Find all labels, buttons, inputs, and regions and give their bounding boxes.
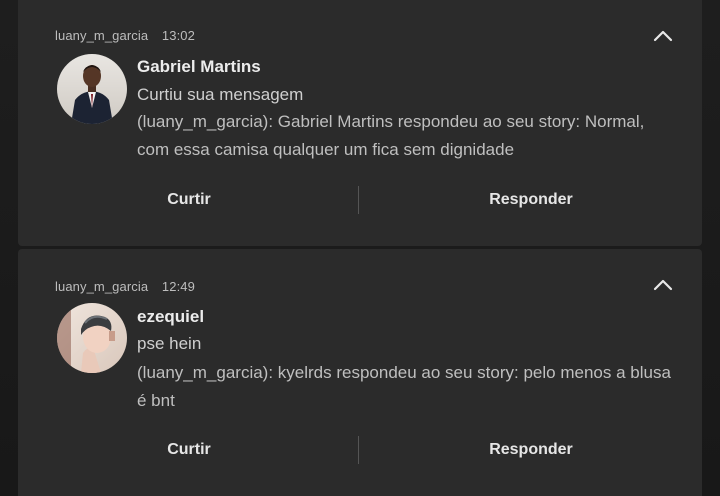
notification-actions: Curtir Responder	[18, 180, 702, 220]
avatar-person-profile-icon	[57, 303, 127, 373]
chevron-up-icon[interactable]	[652, 28, 674, 44]
avatar-person-suit-icon	[57, 54, 127, 124]
notification-subtitle: Curtiu sua mensagem	[137, 85, 304, 104]
notification-body: (luany_m_garcia): kyelrds respondeu ao s…	[137, 363, 671, 410]
notification-title: Gabriel Martins	[137, 57, 261, 76]
action-divider	[358, 436, 359, 464]
chevron-up-icon[interactable]	[652, 277, 674, 293]
avatar	[57, 54, 127, 124]
notification-sender: luany_m_garcia	[55, 279, 149, 294]
notification-actions: Curtir Responder	[18, 430, 702, 470]
notification-body: (luany_m_garcia): Gabriel Martins respon…	[137, 112, 645, 159]
action-divider	[358, 186, 359, 214]
like-button[interactable]: Curtir	[110, 180, 268, 220]
reply-button[interactable]: Responder	[438, 180, 624, 220]
notification-shade: luany_m_garcia 13:02 Gabriel Martins Cur…	[0, 0, 720, 496]
notification-subtitle: pse hein	[137, 334, 202, 353]
notification-time: 13:02	[161, 28, 195, 43]
notification-header: luany_m_garcia 12:49	[55, 279, 195, 294]
notification-title: ezequiel	[137, 307, 205, 326]
notification-card[interactable]: luany_m_garcia 12:49 ezequiel pse hein (…	[18, 249, 702, 496]
notification-header: luany_m_garcia 13:02	[55, 28, 195, 43]
reply-button[interactable]: Responder	[438, 430, 624, 470]
avatar	[57, 303, 127, 373]
like-button[interactable]: Curtir	[110, 430, 268, 470]
notification-card[interactable]: luany_m_garcia 13:02 Gabriel Martins Cur…	[18, 0, 702, 246]
notification-sender: luany_m_garcia	[55, 28, 149, 43]
notification-time: 12:49	[161, 279, 195, 294]
